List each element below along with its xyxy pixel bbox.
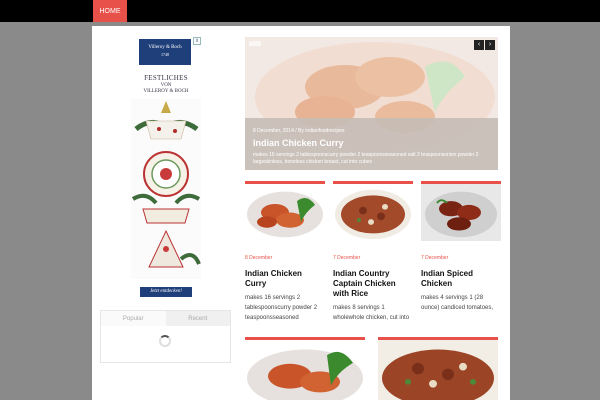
post-excerpt: makes 4 servings 1 (28 ounce) candiced t… (421, 295, 494, 311)
post-thumbnail[interactable] (378, 337, 498, 400)
widget-tabs: Popular Recent (101, 311, 230, 326)
page-container: x Villeroy & Boch 1748 FESTLICHES VON VI… (92, 26, 510, 400)
tab-recent[interactable]: Recent (165, 311, 230, 326)
advertisement[interactable]: x Villeroy & Boch 1748 FESTLICHES VON VI… (131, 37, 201, 297)
loading-spinner-icon (159, 335, 171, 347)
featured-slider[interactable]: ‹ › 8 December, 2014 / By indianfoodreci… (245, 37, 498, 170)
post-date: 8 December (245, 255, 273, 261)
post-thumbnail[interactable] (245, 181, 325, 241)
sidebar: x Villeroy & Boch 1748 FESTLICHES VON VI… (92, 26, 240, 400)
slider-prev-button[interactable]: ‹ (474, 40, 484, 50)
close-icon[interactable]: x (193, 37, 201, 45)
brand-logo: Villeroy & Boch 1748 (139, 39, 191, 65)
ad-headline: FESTLICHES VON VILLEROY & BOCH (131, 74, 201, 94)
post-date: 7 December (333, 255, 361, 261)
post-thumbnail[interactable] (421, 181, 501, 241)
slide-excerpt: makes 16 servings 2 tablespoonscurry pow… (253, 152, 479, 165)
brand-name: Villeroy & Boch (148, 45, 182, 50)
post-title[interactable]: Indian Spiced Chicken (421, 269, 501, 289)
post-card[interactable]: 8 December Indian Chicken Curry makes 16… (245, 181, 325, 323)
slide-badge (249, 41, 261, 46)
christmas-tableware-image (131, 99, 201, 279)
post-date: 7 December (421, 255, 449, 261)
ad-sub-1: VON (160, 83, 172, 88)
top-navbar: HOME (0, 0, 600, 22)
nav-home[interactable]: HOME (93, 0, 127, 22)
ad-headline-text: FESTLICHES (144, 74, 188, 82)
ad-sub-2: VILLEROY & BOCH (143, 89, 189, 94)
post-card[interactable]: 7 December Indian Spiced Chicken makes 4… (421, 181, 501, 313)
featured-image (245, 37, 498, 170)
post-excerpt: makes 16 servings 2 tablespoonscurry pow… (245, 295, 318, 321)
ad-cta-button[interactable]: Jetzt entdecken! (140, 287, 192, 297)
post-card[interactable]: 7 December Indian Country Captain Chicke… (333, 181, 413, 323)
slide-meta: 8 December, 2014 / By indianfoodrecipes (253, 128, 345, 134)
popular-recent-widget: Popular Recent (100, 310, 231, 363)
post-thumbnail[interactable] (245, 337, 365, 400)
post-title[interactable]: Indian Country Captain Chicken with Rice (333, 269, 413, 299)
tab-popular[interactable]: Popular (101, 311, 166, 326)
slide-title[interactable]: Indian Chicken Curry (253, 138, 344, 148)
post-thumbnail[interactable] (333, 181, 413, 241)
slider-next-button[interactable]: › (485, 40, 495, 50)
brand-year: 1748 (161, 52, 169, 57)
post-excerpt: makes 8 servings 1 wholewhole chicken, c… (333, 305, 410, 321)
post-title[interactable]: Indian Chicken Curry (245, 269, 325, 289)
